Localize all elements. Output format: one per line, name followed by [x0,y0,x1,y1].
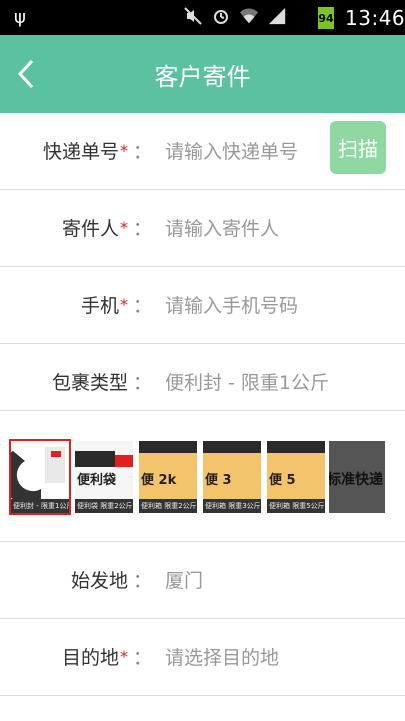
status-bar: ψ 94 13:46 [0,0,405,35]
usb-icon: ψ [14,7,26,28]
scan-button[interactable]: 扫描 [330,121,386,174]
colon: ： [133,372,153,394]
origin-row: 始发地 ： 厦门 [0,542,405,619]
package-option[interactable]: 便 5 便利箱 限重5公斤 [267,441,325,513]
app-header: 客户寄件 [0,35,405,113]
sender-label: 寄件人* [61,218,128,240]
phone-label: 手机* [80,295,128,317]
destination-label: 目的地* [61,647,128,669]
package-options: 便利封 - 限重1公斤 便利袋 便利袋 限重2公斤 便 2k 便利箱 限重2公斤… [0,411,405,542]
sender-input[interactable]: 请输入寄件人 [165,214,279,241]
package-type-row: 包裹类型 ： 便利封 - 限重1公斤 [0,344,405,411]
phone-row: 手机* ： 请输入手机号码 [0,267,405,344]
alarm-icon [211,6,231,26]
package-option[interactable]: 便 3 便利箱 限重3公斤 [203,441,261,513]
package-option[interactable]: 便利封 - 限重1公斤 [9,439,71,515]
wifi-icon [239,6,259,26]
package-type-label: 包裹类型 [51,372,128,394]
destination-input[interactable]: 请选择目的地 [165,643,279,670]
mute-icon [183,6,203,26]
package-option[interactable]: 便利袋 便利袋 限重2公斤 [75,441,133,513]
colon: ： [133,295,153,317]
battery-icon: 94 [318,7,334,29]
origin-label: 始发地 [70,570,128,592]
colon: ： [133,570,153,592]
required-star: * [120,218,128,237]
tracking-number-label: 快递单号* [42,141,128,163]
package-option[interactable]: 标准快递 [329,441,385,513]
tracking-number-input[interactable]: 请输入快递单号 [165,137,298,164]
package-option[interactable]: 便 2k 便利箱 限重2公斤 [139,441,197,513]
page-title: 客户寄件 [154,63,251,91]
package-type-value[interactable]: 便利封 - 限重1公斤 [165,368,329,395]
clock: 13:46 [345,6,405,30]
origin-value: 厦门 [165,570,204,592]
phone-input[interactable]: 请输入手机号码 [165,291,298,318]
required-star: * [120,295,128,314]
required-star: * [120,141,128,160]
signal-icon [267,6,287,26]
colon: ： [133,141,153,163]
colon: ： [133,647,153,669]
colon: ： [133,218,153,240]
destination-row: 目的地* ： 请选择目的地 [0,619,405,696]
sender-row: 寄件人* ： 请输入寄件人 [0,190,405,267]
tracking-number-row: 快递单号* ： 请输入快递单号 扫描 [0,113,405,190]
required-star: * [120,647,128,666]
